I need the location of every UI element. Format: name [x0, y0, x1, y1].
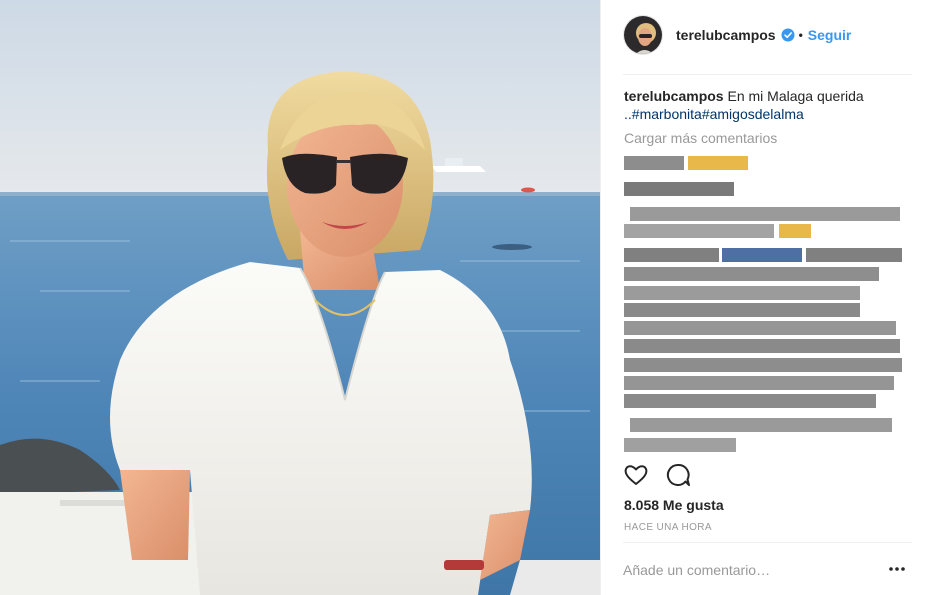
censored-comment	[624, 303, 864, 317]
header-divider	[623, 74, 912, 75]
photo-image	[0, 0, 600, 595]
caption-text: En mi Malaga querida	[727, 88, 864, 104]
avatar[interactable]	[623, 15, 663, 55]
comment-divider	[623, 542, 912, 543]
censored-comment	[624, 182, 734, 196]
censored-comment	[624, 339, 904, 353]
censored-comment	[624, 394, 884, 408]
verified-badge-icon	[781, 28, 795, 42]
censored-comment	[624, 376, 899, 390]
caption-hashtags[interactable]: ..#marbonita#amigosdelalma	[624, 106, 804, 122]
caption-username[interactable]: terelubcampos	[624, 88, 724, 104]
censored-comment	[624, 207, 904, 221]
post-timestamp: HACE UNA HORA	[624, 522, 712, 533]
post-actions	[623, 462, 913, 490]
censored-comment	[624, 321, 899, 335]
separator-dot: •	[798, 28, 803, 42]
username-link[interactable]: terelubcampos	[676, 27, 776, 43]
speech-bubble-icon[interactable]	[665, 462, 691, 488]
censored-comment	[624, 267, 884, 281]
censored-comment	[624, 248, 904, 262]
add-comment-input[interactable]	[623, 560, 893, 580]
censored-comment	[624, 358, 904, 372]
post-photo[interactable]	[0, 0, 600, 595]
post-header: terelubcampos • Seguir	[623, 14, 913, 56]
censored-comment	[624, 224, 824, 238]
follow-button[interactable]: Seguir	[808, 27, 852, 43]
censored-comment	[624, 418, 894, 432]
likes-count[interactable]: 8.058 Me gusta	[624, 497, 724, 513]
censored-comment	[624, 156, 754, 170]
censored-comment	[624, 438, 744, 452]
heart-icon[interactable]	[623, 462, 649, 488]
censored-comment	[624, 286, 864, 300]
post-details-panel: terelubcampos • Seguir terelubcampos En …	[600, 0, 934, 595]
load-more-comments-link[interactable]: Cargar más comentarios	[624, 130, 777, 146]
post-caption: terelubcampos En mi Malaga querida ..#ma…	[624, 87, 904, 123]
more-options-icon[interactable]	[887, 562, 907, 576]
